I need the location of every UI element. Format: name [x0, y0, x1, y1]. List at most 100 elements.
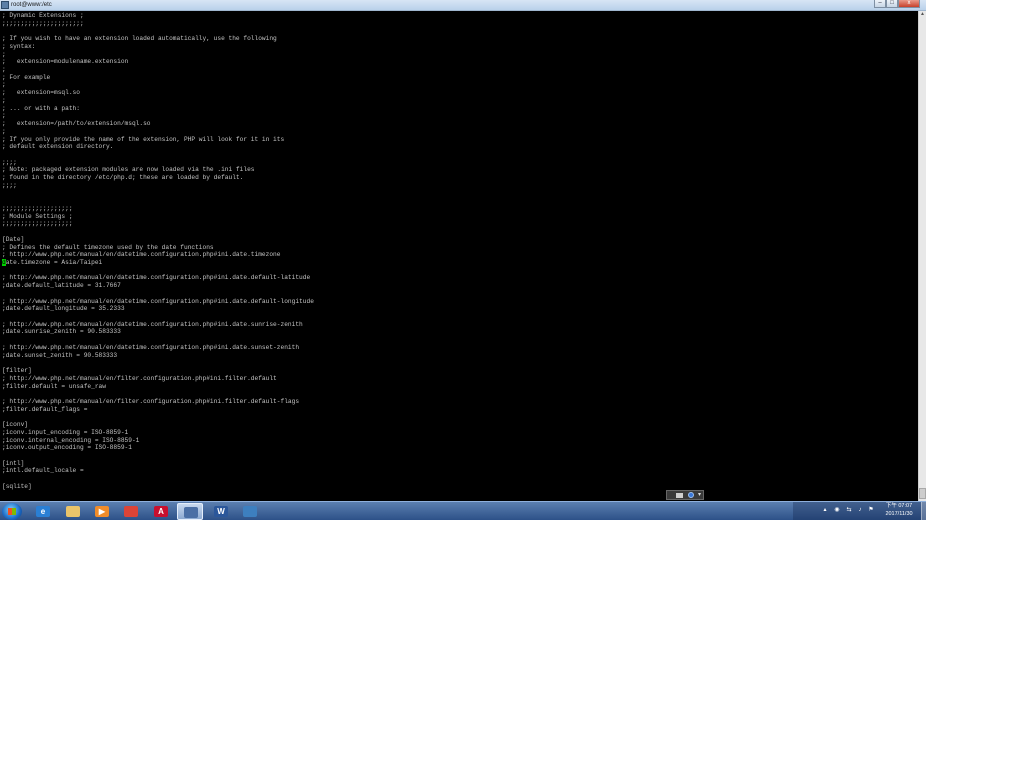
terminal-line: ; — [2, 112, 6, 120]
scroll-up-arrow-icon[interactable]: ▲ — [919, 11, 926, 18]
terminal-line: ;;;; — [2, 181, 17, 189]
terminal-line: ; ... or with a path: — [2, 104, 80, 112]
terminal-line: ; default extension directory. — [2, 143, 114, 151]
terminal-line: ; http://www.php.net/manual/en/datetime.… — [2, 297, 314, 305]
taskbar-button-word[interactable]: W — [208, 503, 234, 520]
acrobat-reader-icon: A — [154, 506, 168, 517]
terminal-line: ;filter.default = unsafe_raw — [2, 382, 106, 390]
floating-toolbar[interactable]: ▾ — [666, 490, 704, 500]
terminal-line: ; http://www.php.net/manual/en/filter.co… — [2, 397, 300, 405]
media-player-icon: ▶ — [95, 506, 109, 517]
putty-window[interactable]: root@www:/etc – □ x ; Dynamic Extensions… — [0, 0, 926, 520]
terminal-line: ;;;;;;;;;;;;;;;;;;;;;; — [2, 19, 84, 27]
terminal-line: ; — [2, 81, 6, 89]
clock-date[interactable]: 2017/11/30 — [879, 511, 919, 518]
clock-time[interactable]: 下午 07:07 — [879, 503, 919, 510]
minimize-button[interactable]: – — [874, 0, 886, 8]
taskbar: e ▶ A W ▴ ◉ ⇆ ♪ ⚑ 下午 07:07 2017/11/30 — [0, 501, 926, 520]
file-explorer-icon — [66, 506, 80, 517]
terminal-line: ; If you only provide the name of the ex… — [2, 135, 285, 143]
action-center-flag-icon[interactable]: ⚑ — [868, 507, 874, 514]
terminal-line: ;date.sunrise_zenith = 90.583333 — [2, 328, 121, 336]
terminal-line: ; For example — [2, 73, 51, 81]
show-desktop-button[interactable] — [921, 502, 926, 520]
terminal-line: ; Dynamic Extensions ; — [2, 12, 84, 19]
terminal-line: [Date] — [2, 235, 25, 243]
terminal-line: ;filter.default_flags = — [2, 405, 88, 413]
terminal-line: ; Module Settings ; — [2, 212, 73, 220]
terminal-line: ; syntax: — [2, 42, 36, 50]
terminal-line: ; extension=/path/to/extension/msql.so — [2, 120, 151, 128]
taskbar-button-remote-desktop[interactable] — [237, 503, 263, 520]
terminal-line: ; http://www.php.net/manual/en/filter.co… — [2, 374, 277, 382]
terminal-line: ;intl.default_locale = — [2, 467, 84, 475]
terminal-line: [sqlite] — [2, 482, 32, 490]
show-hidden-icons-arrow-icon[interactable]: ▴ — [822, 507, 828, 514]
terminal-line: ;iconv.internal_encoding = ISO-8859-1 — [2, 436, 140, 444]
terminal-line: [intl] — [2, 459, 25, 467]
terminal-line: ;date.default_longitude = 35.2333 — [2, 305, 125, 313]
terminal-line: ;;;;;;;;;;;;;;;;;;; — [2, 220, 73, 228]
terminal-line: ; If you wish to have an extension loade… — [2, 35, 277, 43]
taskbar-button-chrome[interactable] — [118, 503, 144, 520]
terminal-line: ;date.default_latitude = 31.7667 — [2, 282, 121, 290]
start-button[interactable] — [2, 503, 22, 520]
putty-icon — [184, 507, 198, 518]
terminal-line: ; http://www.php.net/manual/en/datetime.… — [2, 343, 300, 351]
maximize-button[interactable]: □ — [886, 0, 898, 8]
terminal-line: ;;;; — [2, 158, 17, 166]
close-button[interactable]: x — [898, 0, 920, 8]
terminal-line: ;date.sunset_zenith = 90.583333 — [2, 351, 118, 359]
word-icon: W — [214, 506, 228, 517]
remote-desktop-icon — [243, 506, 257, 517]
text-cursor: d — [2, 259, 6, 266]
taskbar-button-putty[interactable] — [177, 503, 203, 520]
vertical-scrollbar[interactable]: ▲ — [918, 11, 926, 501]
chrome-icon — [124, 506, 138, 517]
terminal-line: ; extension=msql.so — [2, 89, 80, 97]
chevron-down-icon[interactable]: ▾ — [698, 492, 701, 499]
sync-icon[interactable]: ⇆ — [846, 507, 852, 514]
terminal-line: date.timezone = Asia/Taipei — [2, 259, 103, 266]
volume-icon[interactable]: ♪ — [857, 507, 863, 514]
system-tray: ▴ ◉ ⇆ ♪ ⚑ 下午 07:07 2017/11/30 — [793, 502, 926, 520]
internet-explorer-icon: e — [36, 506, 50, 517]
terminal-line: ; http://www.php.net/manual/en/datetime.… — [2, 320, 303, 328]
network-status-icon[interactable]: ◉ — [834, 507, 840, 514]
putty-app-icon[interactable] — [1, 1, 9, 9]
help-icon[interactable] — [688, 492, 694, 498]
terminal-output[interactable]: ; Dynamic Extensions ;;;;;;;;;;;;;;;;;;;… — [0, 11, 918, 501]
keyboard-icon[interactable] — [676, 493, 683, 498]
terminal-line: ; — [2, 66, 6, 74]
taskbar-button-file-explorer[interactable] — [60, 503, 86, 520]
terminal-line: [filter] — [2, 367, 32, 375]
terminal-line: ;iconv.input_encoding = ISO-8859-1 — [2, 428, 129, 436]
window-title: root@www:/etc — [11, 2, 52, 8]
terminal-line: ;iconv.output_encoding = ISO-8859-1 — [2, 444, 132, 452]
terminal-line: ; — [2, 127, 6, 135]
taskbar-button-acrobat-reader[interactable]: A — [148, 503, 174, 520]
title-bar[interactable]: root@www:/etc – □ x — [0, 0, 926, 11]
terminal-line: ; Defines the default timezone used by t… — [2, 243, 214, 251]
terminal-lines: ; Dynamic Extensions ;;;;;;;;;;;;;;;;;;;… — [2, 12, 314, 491]
terminal-line: ; http://www.php.net/manual/en/datetime.… — [2, 251, 281, 259]
terminal-line: ; found in the directory /etc/php.d; the… — [2, 174, 244, 182]
taskbar-button-media-player[interactable]: ▶ — [89, 503, 115, 520]
terminal-line: ; — [2, 50, 6, 58]
scrollbar-thumb[interactable] — [919, 488, 926, 499]
terminal-line: ; Note: packaged extension modules are n… — [2, 166, 255, 174]
terminal-line: [iconv] — [2, 421, 28, 429]
windows-logo-icon — [8, 508, 16, 515]
taskbar-button-internet-explorer[interactable]: e — [30, 503, 56, 520]
